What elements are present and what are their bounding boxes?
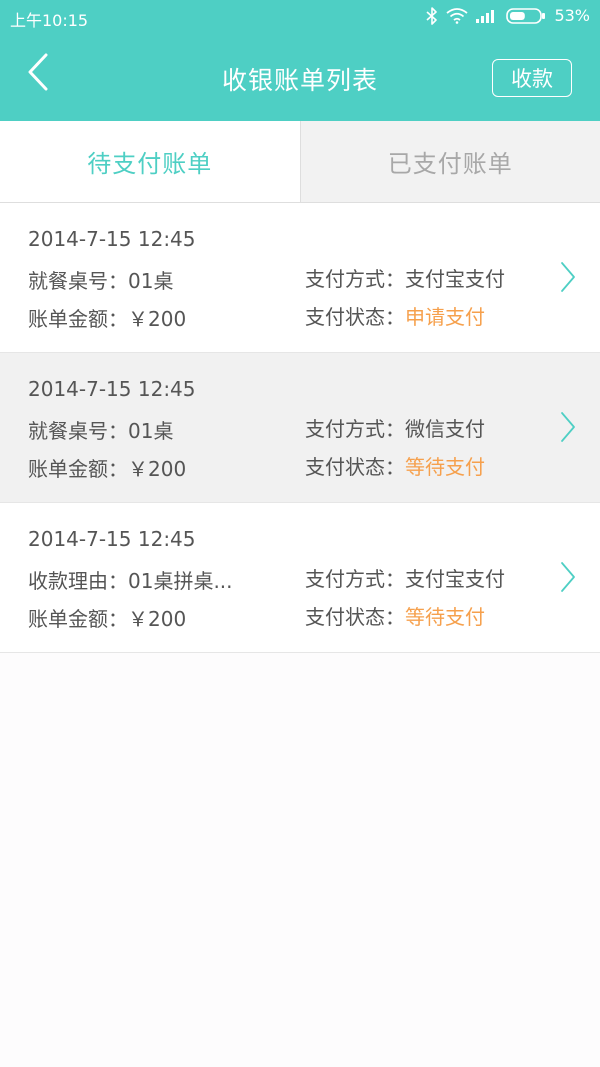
chevron-right-icon [560, 261, 576, 298]
battery-icon [506, 7, 546, 25]
bill-status-value: 申请支付 [405, 305, 485, 329]
bill-amount: 账单金额：￥200 [28, 303, 186, 332]
bill-info-label: 收款理由： [28, 569, 128, 593]
bill-datetime: 2014-7-15 12:45 [28, 227, 196, 251]
bill-method-label: 支付方式： [305, 567, 405, 591]
bill-amount-value: ￥200 [128, 307, 187, 331]
bill-amount-value: ￥200 [128, 607, 187, 631]
tab-paid-bills[interactable]: 已支付账单 [300, 121, 600, 202]
bill-status: 支付状态：等待支付 [305, 601, 485, 630]
status-icons: 53% [426, 6, 590, 25]
bill-info-value: 01桌 [128, 269, 174, 293]
top-header: 上午10:15 53% 收银账单列表 收款 [0, 0, 600, 121]
bill-status-value: 等待支付 [405, 605, 485, 629]
bill-item[interactable]: 2014-7-15 12:45 就餐桌号：01桌 账单金额：￥200 支付方式：… [0, 203, 600, 353]
bluetooth-icon [426, 6, 438, 25]
bill-info: 就餐桌号：01桌 [28, 415, 173, 444]
bill-info-label: 就餐桌号： [28, 269, 128, 293]
bill-amount-label: 账单金额： [28, 607, 128, 631]
bill-item[interactable]: 2014-7-15 12:45 就餐桌号：01桌 账单金额：￥200 支付方式：… [0, 353, 600, 503]
bill-info: 就餐桌号：01桌 [28, 265, 173, 294]
bill-method: 支付方式：支付宝支付 [305, 563, 505, 592]
chevron-right-icon [560, 561, 576, 598]
bill-method-value: 微信支付 [405, 417, 485, 441]
bill-status-value: 等待支付 [405, 455, 485, 479]
bill-method-value: 支付宝支付 [405, 567, 505, 591]
tab-pending-bills[interactable]: 待支付账单 [0, 121, 301, 202]
bill-info-value: 01桌 [128, 419, 174, 443]
bill-datetime: 2014-7-15 12:45 [28, 527, 196, 551]
chevron-right-icon [560, 411, 576, 448]
bill-info-label: 就餐桌号： [28, 419, 128, 443]
bill-status-label: 支付状态： [305, 305, 405, 329]
bill-method-label: 支付方式： [305, 417, 405, 441]
bill-list: 2014-7-15 12:45 就餐桌号：01桌 账单金额：￥200 支付方式：… [0, 203, 600, 653]
bill-status: 支付状态：申请支付 [305, 301, 485, 330]
bill-method-label: 支付方式： [305, 267, 405, 291]
bill-amount-label: 账单金额： [28, 457, 128, 481]
bill-status: 支付状态：等待支付 [305, 451, 485, 480]
nav-bar: 收银账单列表 收款 [0, 34, 600, 121]
bill-datetime: 2014-7-15 12:45 [28, 377, 196, 401]
bill-status-label: 支付状态： [305, 605, 405, 629]
collect-payment-button[interactable]: 收款 [492, 59, 572, 97]
wifi-icon [446, 7, 468, 24]
bill-method: 支付方式：微信支付 [305, 413, 485, 442]
status-bar: 上午10:15 53% [0, 0, 600, 34]
signal-icon [476, 9, 498, 23]
bill-info: 收款理由：01桌拼桌... [28, 565, 233, 594]
bill-method-value: 支付宝支付 [405, 267, 505, 291]
bill-info-value: 01桌拼桌... [128, 569, 233, 593]
battery-percent: 53% [554, 6, 590, 25]
bill-item[interactable]: 2014-7-15 12:45 收款理由：01桌拼桌... 账单金额：￥200 … [0, 503, 600, 653]
bill-amount: 账单金额：￥200 [28, 453, 186, 482]
status-time: 上午10:15 [10, 11, 89, 30]
bill-amount-value: ￥200 [128, 457, 187, 481]
bill-amount-label: 账单金额： [28, 307, 128, 331]
bill-tabs: 待支付账单 已支付账单 [0, 121, 600, 203]
bill-method: 支付方式：支付宝支付 [305, 263, 505, 292]
bill-amount: 账单金额：￥200 [28, 603, 186, 632]
bill-status-label: 支付状态： [305, 455, 405, 479]
